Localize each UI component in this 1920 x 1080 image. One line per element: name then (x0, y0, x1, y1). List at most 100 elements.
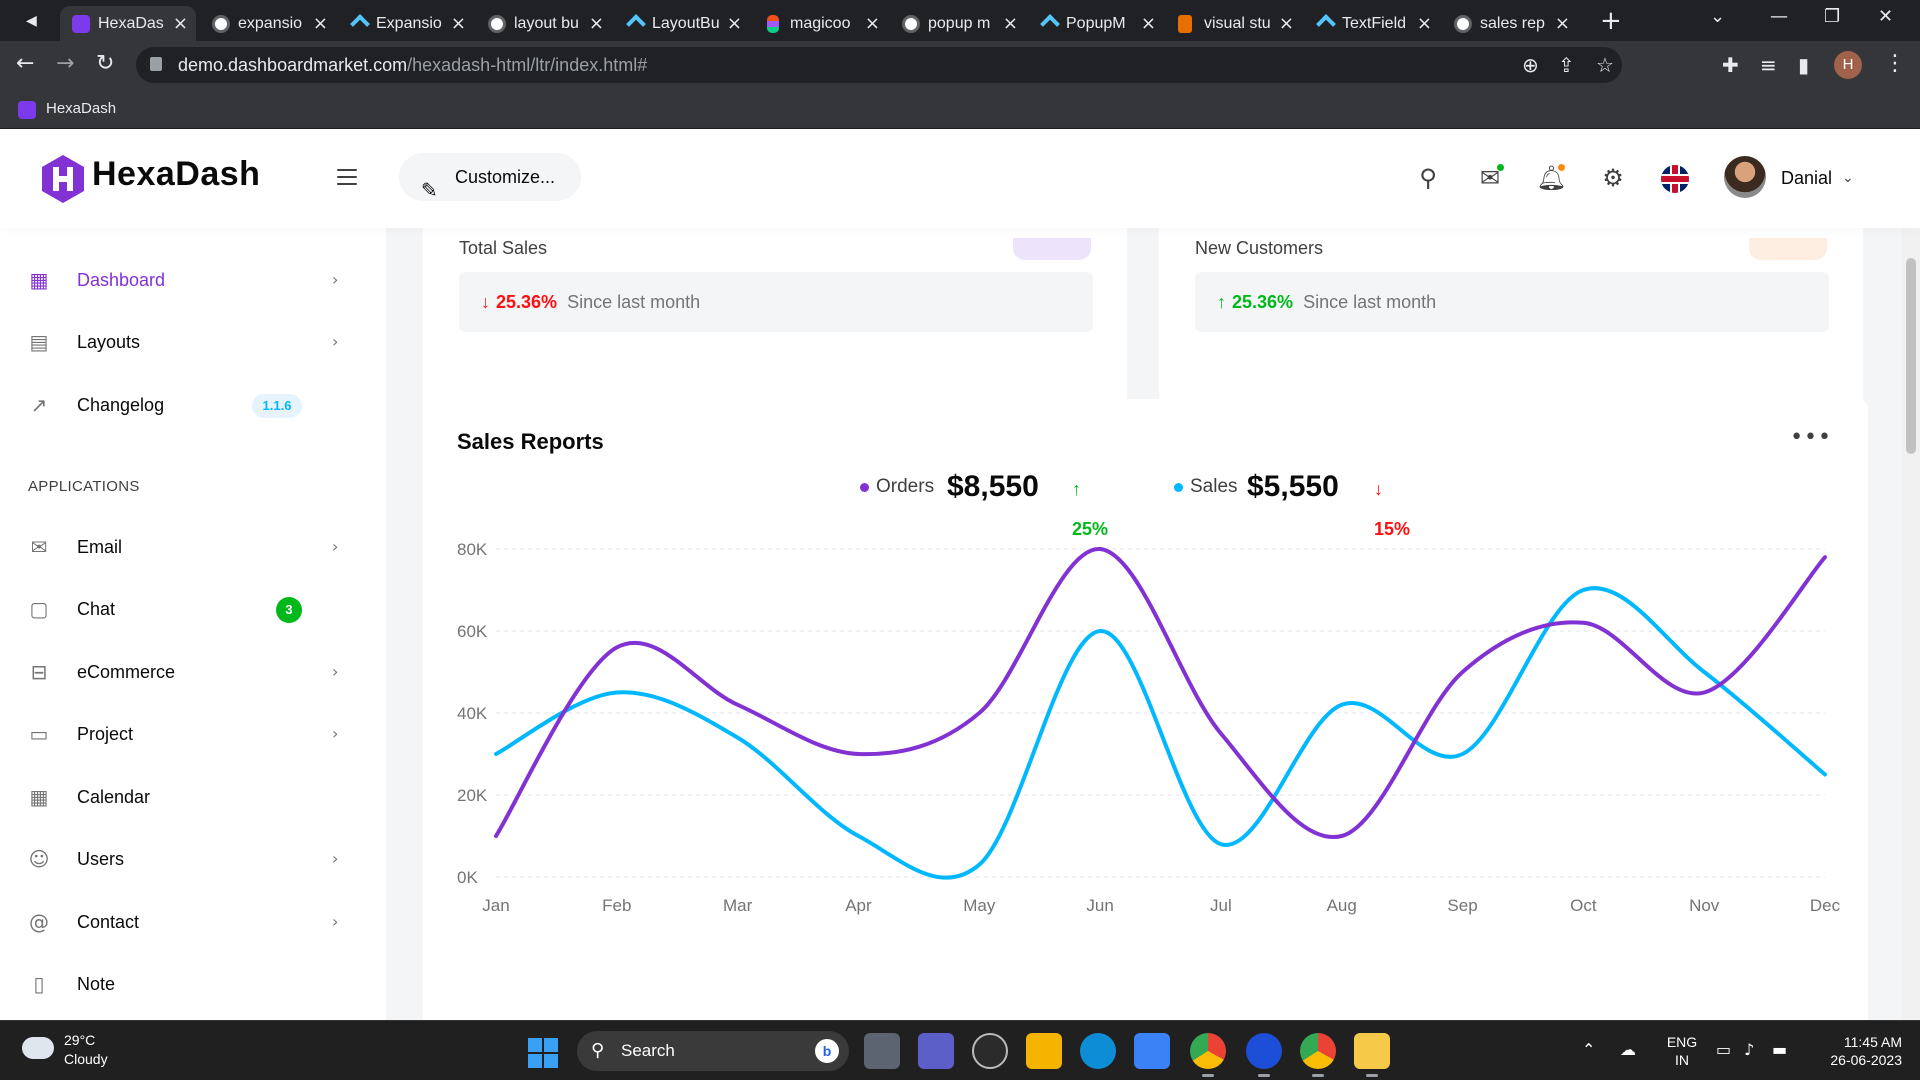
sidebar-item-layouts[interactable]: ▤ Layouts › (0, 317, 386, 367)
browser-tab[interactable]: popup m × (890, 6, 1026, 41)
close-tab-icon[interactable]: × (173, 6, 188, 41)
browser-tab[interactable]: expansio × (200, 6, 336, 41)
sales-line-chart: 0K 20K 40K 60K 80K Jan Feb Mar Apr May Jun Jul Aug Se… (457, 540, 1841, 915)
close-tab-icon[interactable]: × (1417, 6, 1432, 41)
app-store-icon[interactable] (1246, 1033, 1282, 1077)
settings-gear-icon[interactable]: ⚙ (1598, 163, 1628, 193)
series-line-sales[interactable] (494, 586, 1827, 880)
browser-tab[interactable]: LayoutBu × (614, 6, 750, 41)
dell-icon[interactable] (972, 1033, 1008, 1069)
url-text[interactable]: demo.dashboardmarket.com/hexadash-html/l… (178, 47, 647, 83)
sidebar-item-changelog[interactable]: ↗ Changelog 1.1.6 (0, 380, 386, 430)
media-control-icon[interactable]: ≡ (1760, 53, 1777, 77)
tab-search-chevron-icon[interactable]: ⌄ (1710, 6, 1725, 27)
browser-tab[interactable]: visual stu × (1166, 6, 1302, 41)
sidebar-item-email[interactable]: ✉ Email › (0, 522, 386, 572)
task-view-icon[interactable] (864, 1033, 900, 1069)
customize-button[interactable]: ✎ Customize... (399, 153, 581, 202)
file-manager-icon[interactable] (1354, 1033, 1390, 1077)
sidebar-item-calendar[interactable]: ▦ Calendar (0, 772, 386, 822)
close-tab-icon[interactable]: × (1279, 6, 1294, 41)
series-line-orders[interactable] (494, 546, 1827, 840)
battery-icon[interactable]: ▬ (1772, 1040, 1787, 1059)
lock-icon[interactable] (150, 57, 162, 71)
close-tab-icon[interactable]: × (1555, 6, 1570, 41)
browser-tab[interactable]: magicoo × (752, 6, 888, 41)
onedrive-icon[interactable]: ☁ (1620, 1040, 1636, 1059)
sidebar-item-contact[interactable]: @ Contact › (0, 897, 386, 947)
edge-icon[interactable] (1080, 1033, 1116, 1069)
url-field[interactable]: demo.dashboardmarket.com/hexadash-html/l… (136, 47, 1622, 83)
extensions-icon[interactable]: ✚ (1722, 53, 1739, 77)
browser-tab[interactable]: PopupM × (1028, 6, 1164, 41)
sidebar-item-dashboard[interactable]: ▦ Dashboard › (0, 255, 386, 305)
mail-icon[interactable]: ✉ (1475, 163, 1505, 193)
user-name[interactable]: Danial (1781, 165, 1832, 191)
hexadash-logo-icon[interactable] (40, 153, 86, 205)
bing-icon[interactable]: b (815, 1039, 839, 1063)
windows-start-icon[interactable] (528, 1038, 558, 1068)
volume-icon[interactable]: ♪ (1744, 1040, 1754, 1059)
tray-overflow-icon[interactable]: ⌃ (1582, 1040, 1595, 1059)
search-icon[interactable]: ⚲ (1413, 163, 1443, 193)
page-scrollbar[interactable] (1902, 228, 1920, 1020)
close-tab-icon[interactable]: × (1003, 6, 1018, 41)
share-icon[interactable]: ⇪ (1558, 53, 1575, 77)
brand-name[interactable]: HexaDash (92, 155, 260, 194)
clock[interactable]: 11:45 AM 26-06-2023 (1812, 1033, 1902, 1069)
profile-avatar[interactable]: H (1834, 51, 1862, 79)
close-window-button[interactable]: ✕ (1878, 6, 1893, 27)
taskbar-search[interactable]: ⚲ Search b (577, 1031, 849, 1071)
close-tab-icon[interactable]: × (589, 6, 604, 41)
close-tab-icon[interactable]: × (1141, 6, 1156, 41)
browser-tab[interactable]: Expansio × (338, 6, 474, 41)
close-tab-icon[interactable]: × (727, 6, 742, 41)
browser-tab[interactable]: TextField × (1304, 6, 1440, 41)
side-panel-icon[interactable]: ▮ (1798, 53, 1809, 77)
browser-tab[interactable]: sales rep × (1442, 6, 1578, 41)
zoom-icon[interactable]: ⊕ (1522, 53, 1539, 77)
browser-menu-icon[interactable]: ⋮ (1884, 51, 1906, 76)
chrome-profile-icon[interactable] (1300, 1033, 1336, 1077)
close-tab-icon[interactable]: × (865, 6, 880, 41)
user-avatar[interactable] (1724, 156, 1766, 198)
more-options-icon[interactable]: ••• (1790, 425, 1832, 450)
teams-chat-icon[interactable] (918, 1033, 954, 1069)
close-tab-icon[interactable]: × (313, 6, 328, 41)
browser-tab[interactable]: HexaDas × (60, 6, 196, 41)
forward-icon[interactable]: → (56, 51, 74, 76)
sidebar-item-chat[interactable]: ▢ Chat 3 (0, 584, 386, 634)
uk-flag-icon[interactable] (1661, 165, 1689, 193)
x-tick-label: May (963, 896, 996, 915)
weather-widget[interactable]: 29°C Cloudy (64, 1031, 108, 1069)
table-layout-icon: ▤ (29, 330, 49, 354)
language-indicator[interactable]: ENG IN (1664, 1033, 1700, 1069)
sidebar-item-project[interactable]: ▭ Project › (0, 709, 386, 759)
sidebar-item-users[interactable]: ☺ Users › (0, 834, 386, 884)
scrollbar-thumb[interactable] (1906, 258, 1916, 454)
close-tab-icon[interactable]: × (451, 6, 466, 41)
minimize-button[interactable]: — (1770, 6, 1788, 27)
restore-button[interactable]: ❐ (1824, 6, 1840, 27)
menu-toggle-icon[interactable] (337, 169, 357, 185)
bookmark-star-icon[interactable]: ☆ (1596, 53, 1614, 77)
sidebar-item-ecommerce[interactable]: ⊟ eCommerce › (0, 647, 386, 697)
chevron-right-icon: › (332, 332, 339, 351)
new-tab-button[interactable]: + (1600, 6, 1622, 36)
chevron-down-icon[interactable]: ⌄ (1842, 165, 1854, 191)
cloud-icon[interactable] (22, 1037, 54, 1059)
network-icon[interactable]: ▭ (1716, 1040, 1731, 1059)
reload-icon[interactable]: ↻ (96, 51, 114, 76)
chrome-icon[interactable] (1190, 1033, 1226, 1077)
tab-title: popup m (928, 15, 991, 32)
store-icon[interactable] (1134, 1033, 1170, 1069)
bell-icon[interactable]: 🔔︎ (1536, 163, 1566, 193)
card-footer: ↑ 25.36% Since last month (1195, 272, 1829, 332)
bookmark-hexadash[interactable]: HexaDash (18, 89, 116, 129)
browser-tab[interactable]: layout bu × (476, 6, 612, 41)
back-icon[interactable]: ← (16, 51, 34, 76)
speaker-icon[interactable]: ◀︎ (26, 12, 44, 30)
report-title: Sales Reports (457, 429, 604, 454)
sidebar-item-note[interactable]: ▯ Note (0, 959, 386, 1009)
file-explorer-icon[interactable] (1026, 1033, 1062, 1069)
